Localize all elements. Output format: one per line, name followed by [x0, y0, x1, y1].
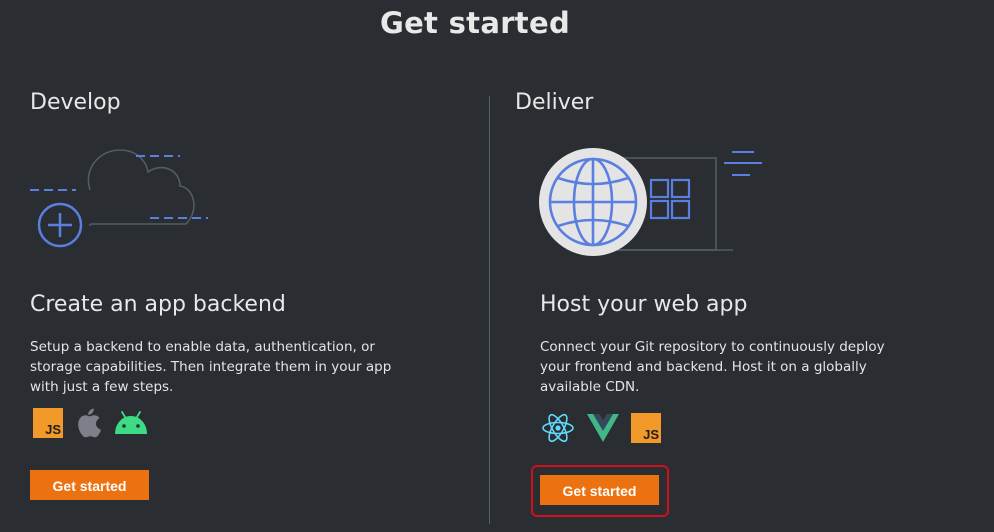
javascript-icon: JS — [631, 413, 661, 443]
android-icon — [115, 411, 147, 434]
react-icon — [542, 413, 574, 443]
javascript-icon-label: JS — [45, 422, 61, 437]
develop-description-line: storage capabilities. Then integrate the… — [30, 359, 392, 375]
web-hosting-illustration — [539, 148, 762, 256]
javascript-icon: JS — [33, 408, 63, 438]
vue-icon — [587, 414, 619, 442]
deliver-description-line: Connect your Git repository to continuou… — [540, 339, 885, 355]
section-divider — [489, 96, 490, 524]
page-title: Get started — [379, 6, 571, 40]
deliver-framework-icons: JS — [541, 412, 661, 444]
develop-section: Develop — [30, 90, 450, 115]
deliver-get-started-button[interactable]: Get started — [540, 475, 659, 505]
develop-card-title: Create an app backend — [30, 292, 286, 317]
deliver-section: Deliver — [515, 90, 955, 115]
deliver-description-line: available CDN. — [540, 379, 640, 395]
develop-heading: Develop — [30, 90, 121, 115]
develop-description: Setup a backend to enable data, authenti… — [30, 337, 440, 397]
javascript-icon-label: JS — [643, 427, 659, 442]
cloud-backend-illustration — [30, 149, 208, 248]
develop-get-started-button[interactable]: Get started — [30, 470, 149, 500]
develop-description-line: with just a few steps. — [30, 379, 174, 395]
apple-icon — [78, 408, 101, 438]
develop-description-line: Setup a backend to enable data, authenti… — [30, 339, 375, 355]
deliver-description-line: your frontend and backend. Host it on a … — [540, 359, 867, 375]
deliver-card-title: Host your web app — [540, 292, 748, 317]
develop-platform-icons: JS — [33, 408, 149, 438]
deliver-heading: Deliver — [515, 90, 594, 115]
deliver-description: Connect your Git repository to continuou… — [540, 337, 960, 397]
